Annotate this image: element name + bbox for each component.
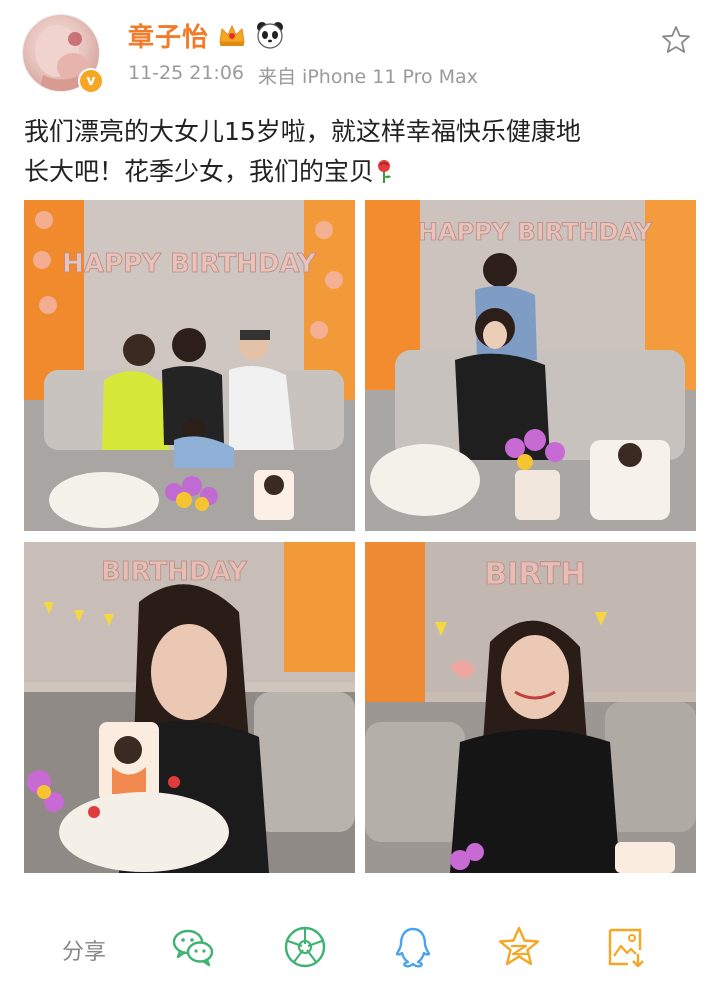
photo-3-banner: BIRTHDAY [101,557,248,587]
avatar-container[interactable]: v [22,14,104,96]
crown-icon [217,20,247,50]
rose-icon [374,156,394,183]
post-timestamp: 11-25 21:06 [128,62,245,84]
photo-2-banner: HAPPY BIRTHDAY [418,218,653,246]
photo-4-banner: BIRTH [484,557,585,592]
photo-1-banner: HAPPY BIRTHDAY [62,249,317,279]
photo-grid: HAPPY BIRTHDAY HAPPY BIRTHDAY BIRTHDAY B… [24,200,696,874]
photo-2[interactable]: HAPPY BIRTHDAY [365,200,696,531]
share-label: 分享 [62,940,107,965]
save-image-icon[interactable] [602,924,648,970]
name-row: 章子怡 [128,17,285,54]
favorite-star-icon[interactable] [660,24,692,56]
post-header: v 章子怡 11-25 21:06 来自 iPhone 11 Pro Max [0,0,720,110]
panda-icon [255,20,285,50]
qq-icon[interactable] [390,924,436,970]
wechat-icon[interactable] [170,924,216,970]
qzone-icon[interactable] [496,924,542,970]
post-source: 来自 iPhone 11 Pro Max [258,66,478,88]
post-text-line-2-wrap: 长大吧！花季少女，我们的宝贝 [24,152,696,192]
post-body: 我们漂亮的大女儿15岁啦，就这样幸福快乐健康地 长大吧！花季少女，我们的宝贝 [24,112,696,192]
photo-1[interactable]: HAPPY BIRTHDAY [24,200,355,531]
post-meta: 11-25 21:06 来自 iPhone 11 Pro Max [128,62,478,89]
verified-badge-icon: v [78,68,104,94]
username[interactable]: 章子怡 [128,17,209,54]
moments-icon[interactable] [282,924,328,970]
photo-4[interactable]: BIRTH [365,542,696,873]
photo-3[interactable]: BIRTHDAY [24,542,355,873]
share-bar: 分享 [0,900,720,1000]
post-text-line-1: 我们漂亮的大女儿15岁啦，就这样幸福快乐健康地 [24,117,581,146]
post-text-line-2: 长大吧！花季少女，我们的宝贝 [24,157,375,186]
